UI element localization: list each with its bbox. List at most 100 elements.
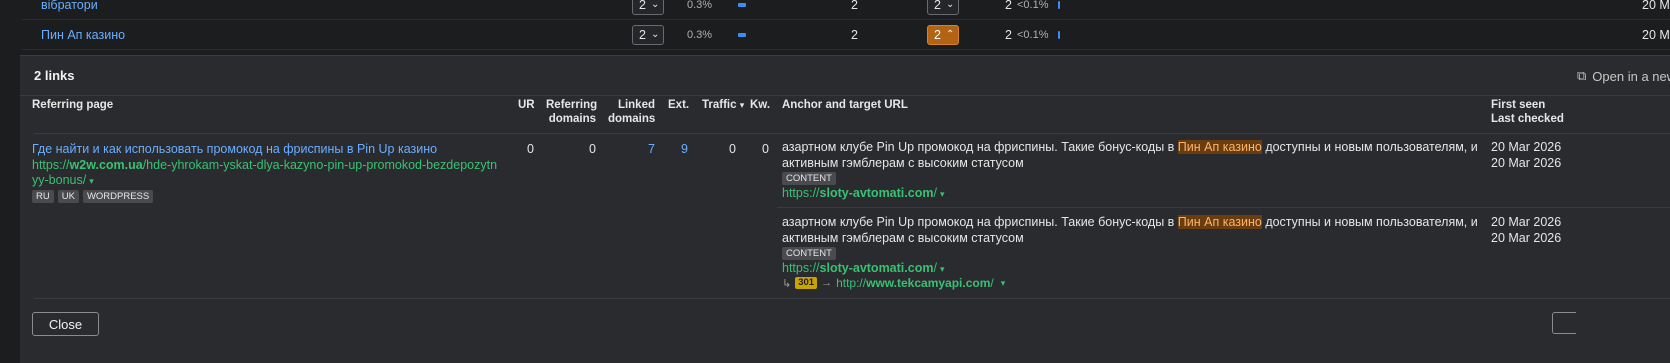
url-domain: sloty-avtomati.com (819, 186, 934, 200)
ext-value[interactable]: 9 (672, 142, 688, 156)
chevron-down-icon: ⌄ (945, 0, 955, 10)
url-domain: sloty-avtomati.com (819, 261, 934, 275)
kd-value: 2 (851, 0, 858, 12)
keyword-link[interactable]: вібратори (41, 0, 98, 12)
content-tag: CONTENT (782, 172, 836, 185)
divider (777, 207, 1670, 208)
position2-dropdown-open[interactable]: 2 ⌃ (927, 24, 960, 45)
redirect-chain: ↳ 301 → http://www.tekcamyapi.com/ ▾ (782, 276, 1005, 290)
keyword-row: Пин Ап казино 2 ⌄ 0.3% 2 2 ⌃ 2 <0.1% 20 M (22, 20, 1670, 50)
url-prefix: https:// (782, 261, 820, 275)
ur-value: 0 (527, 142, 534, 156)
anchor-highlight: Пин Ап казино (1177, 140, 1262, 154)
header-label: Referring (546, 99, 598, 111)
content-tag: CONTENT (782, 247, 836, 260)
referring-page-title[interactable]: Где найти и как использовать промокод на… (32, 142, 437, 156)
pct-bar (1058, 30, 1060, 39)
close-button[interactable]: Close (32, 312, 99, 336)
page: вібратори 2 ⌄ 0.3% 2 2 ⌄ 2 <0.1% 20 M Пин … (0, 0, 1670, 363)
export-button[interactable] (1552, 312, 1576, 334)
anchor-context: азартном клубе Pin Up промокод на фриспи… (782, 215, 1178, 229)
url-domain: www.tekcamyapi.com (866, 276, 991, 290)
tag-platform: WORDPRESS (82, 190, 154, 203)
panel-title: 2 links (34, 68, 75, 83)
share-value: 0.3% (687, 0, 713, 11)
url-prefix: http:// (836, 276, 867, 290)
kd-value: 2 (851, 27, 858, 42)
position2-value: 2 (934, 27, 941, 42)
caret-down-icon[interactable]: ▾ (940, 189, 945, 199)
url-suffix: / (933, 186, 937, 200)
header-label: First seen (1491, 99, 1546, 111)
open-in-new-label: Open in a new (1592, 68, 1670, 84)
header-label: Traffic (702, 99, 737, 111)
pct-bar (1058, 0, 1060, 9)
header-anchor: Anchor and target URL (782, 99, 908, 111)
header-label: Last checked (1491, 113, 1564, 125)
divider (34, 133, 1670, 134)
header-label: domains (608, 113, 656, 125)
position-value: 2 (639, 0, 646, 12)
last-checked-value: 20 Mar 2026 (1491, 156, 1562, 170)
anchor-highlight: Пин Ап казино (1177, 215, 1262, 229)
url-domain: w2w.com.ua (69, 158, 143, 172)
share-bar (738, 32, 746, 37)
target-url[interactable]: https://sloty-avtomati.com/▾ (782, 261, 944, 275)
anchor-text: азартном клубе Pin Up промокод на фриспи… (782, 214, 1487, 246)
redirect-arrow-icon: ↳ (782, 277, 792, 290)
traffic-value: 0 (729, 142, 736, 156)
header-ur[interactable]: UR (518, 98, 535, 112)
tags: RU UK WORDPRESS (32, 190, 154, 203)
chevron-down-icon: ⌄ (650, 0, 660, 10)
header-dates[interactable]: First seen Last checked (1491, 98, 1564, 126)
position2-dropdown[interactable]: 2 ⌄ (927, 0, 960, 15)
divider (34, 298, 1670, 299)
header-linked-domains[interactable]: Linked domains (608, 98, 655, 126)
position-dropdown[interactable]: 2 ⌄ (632, 0, 665, 15)
first-seen-value: 20 Mar 2026 (1491, 140, 1562, 154)
pct-value: <0.1% (1017, 28, 1049, 41)
count-value: 2 (1005, 0, 1012, 12)
last-checked-value: 20 Mar 2026 (1491, 231, 1562, 245)
anchor-text: азартном клубе Pin Up промокод на фриспи… (782, 139, 1487, 171)
header-label: domains (548, 113, 596, 125)
header-referring-domains[interactable]: Referring domains (546, 98, 598, 126)
header-label: Linked (617, 99, 655, 111)
redirect-url[interactable]: http://www.tekcamyapi.com/ (836, 276, 994, 290)
target-url[interactable]: https://sloty-avtomati.com/▾ (782, 186, 944, 200)
keyword-link[interactable]: Пин Ап казино (41, 28, 125, 42)
open-in-new-link[interactable]: ⧉ Open in a new (1577, 68, 1670, 84)
sort-desc-icon: ▾ (739, 100, 745, 110)
tag-lang: UK (57, 190, 79, 203)
count-value: 2 (1005, 27, 1012, 42)
share-bar (738, 2, 746, 7)
tag-lang: RU (32, 190, 54, 203)
redirect-code-badge: 301 (795, 277, 818, 289)
caret-down-icon[interactable]: ▾ (940, 264, 945, 274)
url-suffix: / (990, 276, 994, 290)
panel-header: 2 links ⧉ Open in a new (20, 56, 1670, 96)
dates: 20 Mar 2026 20 Mar 2026 (1491, 214, 1561, 246)
position-dropdown[interactable]: 2 ⌄ (632, 24, 665, 45)
referring-page-url[interactable]: https://w2w.com.ua/hde-yhrokam-yskat-dly… (32, 158, 502, 189)
backlinks-panel: 2 links ⧉ Open in a new Referring page UR… (20, 55, 1670, 363)
header-ext[interactable]: Ext. (668, 98, 689, 112)
header-kw[interactable]: Kw. (750, 98, 770, 112)
caret-down-icon[interactable]: ▾ (1001, 278, 1006, 289)
linked-domains-value[interactable]: 7 (639, 142, 655, 156)
header-traffic[interactable]: Traffic ▾ (702, 98, 744, 112)
chevron-down-icon: ⌄ (650, 29, 660, 40)
url-prefix: https:// (782, 186, 820, 200)
right-value: 20 M (1642, 0, 1670, 12)
dates: 20 Mar 2026 20 Mar 2026 (1491, 139, 1561, 171)
arrow-right-icon: → (821, 277, 833, 289)
anchor-context: азартном клубе Pin Up промокод на фриспи… (782, 140, 1178, 154)
url-prefix: https:// (32, 158, 70, 172)
chevron-up-icon: ⌃ (945, 29, 955, 40)
header-referring-page[interactable]: Referring page (32, 98, 113, 112)
position2-value: 2 (934, 0, 941, 12)
first-seen-value: 20 Mar 2026 (1491, 215, 1562, 229)
caret-down-icon[interactable]: ▾ (89, 176, 94, 186)
kw-value: 0 (762, 142, 769, 156)
keyword-row: вібратори 2 ⌄ 0.3% 2 2 ⌄ 2 <0.1% 20 M (22, 0, 1670, 20)
